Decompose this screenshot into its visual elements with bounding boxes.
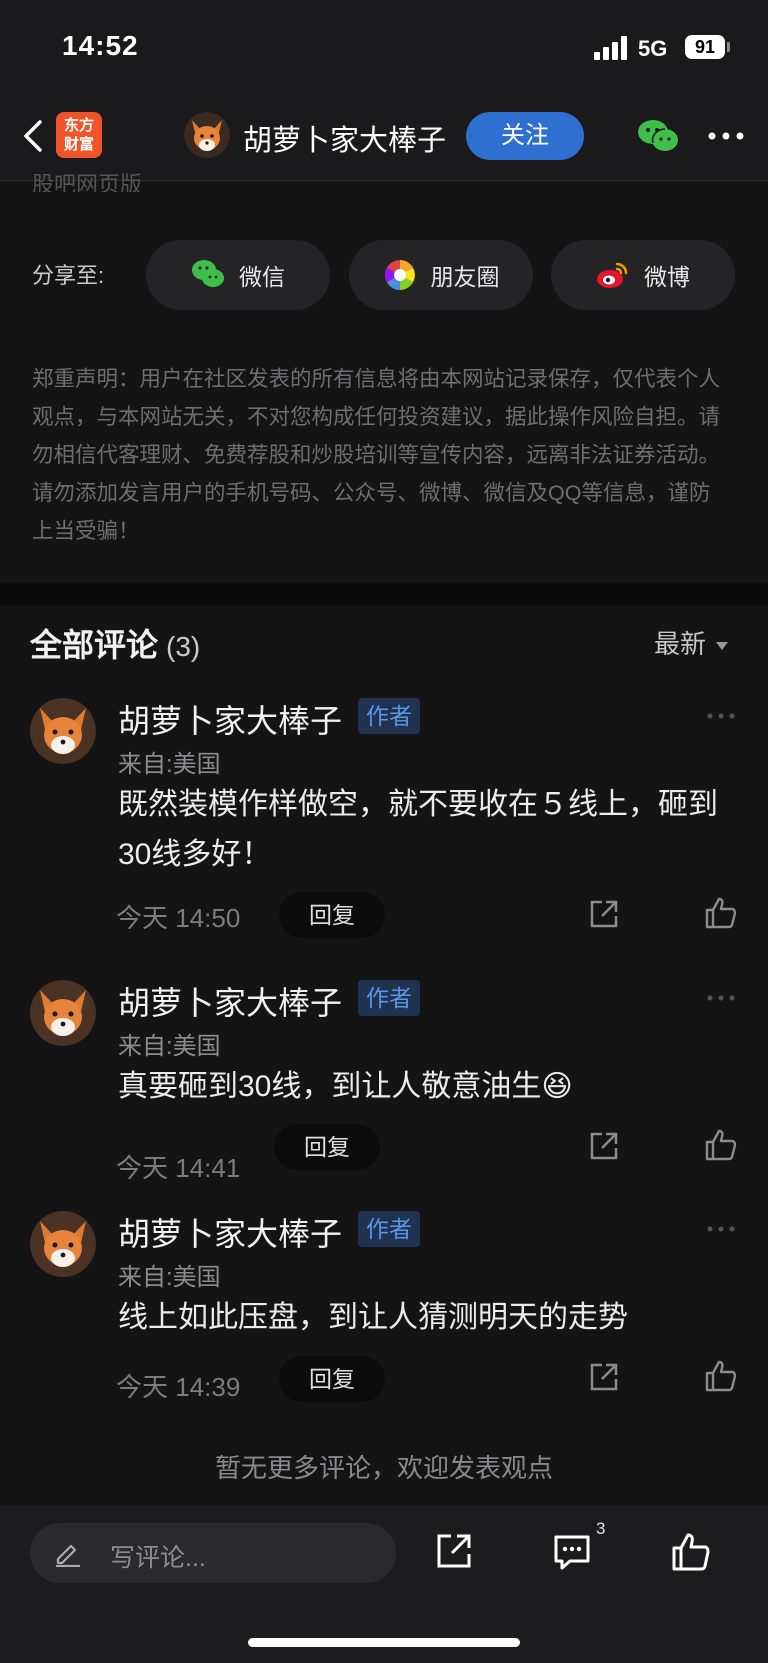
comment-text: 既然装模作样做空，就不要收在５线上，砸到30线多好！: [118, 788, 718, 871]
sort-dropdown[interactable]: 最新: [654, 624, 729, 661]
reply-button[interactable]: 回复: [279, 1356, 385, 1402]
comment-time: 今天 14:50: [116, 903, 241, 933]
status-bar: 14:52 5G 91: [0, 0, 768, 90]
disclaimer-text: 郑重声明：用户在社区发表的所有信息将由本网站记录保存，仅代表个人观点，与本网站无…: [32, 367, 721, 543]
follow-button[interactable]: 关注: [466, 112, 584, 160]
logo-text-2: 财富: [63, 136, 94, 153]
battery-icon: 91: [685, 35, 725, 59]
reply-button[interactable]: 回复: [279, 892, 385, 938]
home-indicator: [248, 1638, 520, 1647]
share-label: 分享至:: [32, 263, 105, 288]
more-icon[interactable]: [708, 132, 744, 140]
author-badge: 作者: [358, 1211, 420, 1247]
bottom-bar: 写评论... 3: [0, 1505, 768, 1663]
commenter-avatar[interactable]: [30, 1211, 96, 1277]
comment-input[interactable]: 写评论...: [30, 1523, 396, 1583]
comment-input-placeholder: 写评论...: [110, 1544, 206, 1572]
author-badge: 作者: [358, 980, 420, 1016]
share-icon[interactable]: [588, 1130, 620, 1162]
laughing-emoji-icon: 😆: [541, 1070, 573, 1103]
no-more-comments: 暂无更多评论，欢迎发表观点: [214, 1453, 553, 1483]
nav-bar: 东方 财富 胡萝卜家大棒子 关注: [0, 90, 768, 181]
comments-title: 全部评论 (3): [30, 620, 200, 666]
like-icon[interactable]: [704, 1128, 738, 1162]
share-weibo-button[interactable]: 微博: [551, 240, 735, 310]
weibo-icon: [597, 262, 628, 288]
commenter-name[interactable]: 胡萝卜家大棒子: [118, 1209, 342, 1255]
share-icon[interactable]: [588, 898, 620, 930]
like-icon[interactable]: [704, 896, 738, 930]
comment-time: 今天 14:41: [116, 1153, 241, 1183]
share-icon[interactable]: [434, 1531, 474, 1571]
commenter-name[interactable]: 胡萝卜家大棒子: [118, 696, 342, 742]
commenter-avatar[interactable]: [30, 698, 96, 764]
chevron-down-icon: [716, 642, 729, 651]
back-icon[interactable]: [18, 116, 52, 156]
comment-time: 今天 14:39: [116, 1372, 241, 1402]
more-icon[interactable]: [706, 1225, 736, 1233]
pencil-icon: [56, 1544, 80, 1567]
moments-icon: [384, 260, 415, 290]
network-label: 5G: [638, 36, 668, 61]
comment-location: 来自:美国: [118, 751, 221, 778]
share-moments-button[interactable]: 朋友圈: [349, 240, 533, 310]
reply-button[interactable]: 回复: [274, 1124, 380, 1170]
comments-count: (3): [166, 631, 201, 662]
like-icon[interactable]: [670, 1531, 712, 1573]
wechat-icon: [192, 260, 224, 287]
commenter-name[interactable]: 胡萝卜家大棒子: [118, 978, 342, 1024]
like-icon[interactable]: [704, 1359, 738, 1393]
battery-tip: [727, 42, 730, 52]
sort-label: 最新: [654, 629, 707, 659]
partial-text: 股吧网页版: [32, 172, 143, 192]
section-divider: [0, 583, 768, 605]
author-badge: 作者: [358, 698, 420, 734]
wechat-icon[interactable]: [636, 118, 680, 154]
share-wechat-label: 微信: [239, 264, 285, 290]
comments-title-text: 全部评论: [30, 627, 159, 663]
share-wechat-button[interactable]: 微信: [146, 240, 330, 310]
author-avatar[interactable]: [184, 112, 230, 158]
signal-icon: [594, 36, 630, 60]
author-name[interactable]: 胡萝卜家大棒子: [243, 117, 446, 159]
share-icon[interactable]: [588, 1361, 620, 1393]
app-logo[interactable]: 东方 财富: [56, 112, 102, 158]
status-time: 14:52: [62, 30, 139, 61]
comment-location: 来自:美国: [118, 1033, 221, 1060]
share-weibo-label: 微博: [644, 264, 690, 290]
commenter-avatar[interactable]: [30, 980, 96, 1046]
more-icon[interactable]: [706, 994, 736, 1002]
more-icon[interactable]: [706, 712, 736, 720]
share-moments-label: 朋友圈: [430, 264, 500, 290]
comment-icon[interactable]: [552, 1533, 592, 1573]
comment-text-body: 真要砸到30线，到让人敬意油生: [118, 1070, 542, 1103]
logo-text-1: 东方: [63, 117, 94, 134]
comment-count-badge: 3: [596, 1519, 606, 1538]
comment-text: 线上如此压盘，到让人猜测明天的走势: [118, 1301, 628, 1334]
comment-text: 真要砸到30线，到让人敬意油生😆: [118, 1062, 718, 1112]
comment-location: 来自:美国: [118, 1264, 221, 1291]
